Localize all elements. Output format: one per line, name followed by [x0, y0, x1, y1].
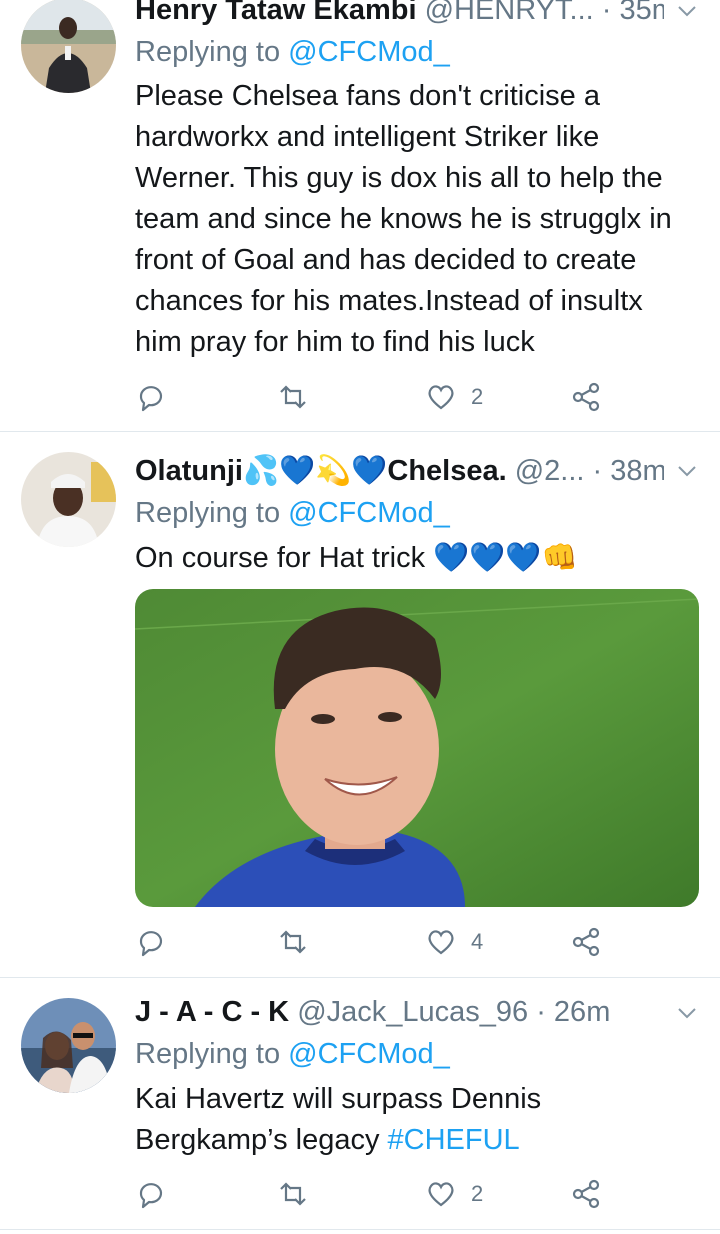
replying-to: Replying to @CFCMod_: [135, 1036, 450, 1072]
share-icon[interactable]: [570, 381, 602, 413]
tweet-text: On course for Hat trick 💙💙💙👊: [135, 538, 698, 579]
text-fragment: Bergkamp’s legacy: [135, 1124, 388, 1156]
avatar[interactable]: [21, 452, 116, 547]
timestamp[interactable]: · 38m: [593, 455, 664, 487]
tweet-actions: 2: [135, 1178, 615, 1214]
text-line: Please Chelsea fans don't criticise a: [135, 80, 600, 112]
tweet-actions: 4: [135, 926, 615, 962]
retweet-icon[interactable]: [277, 381, 309, 413]
retweet-icon[interactable]: [277, 1178, 309, 1210]
share-icon[interactable]: [570, 1178, 602, 1210]
text-line: him pray for him to find his luck: [135, 326, 535, 358]
replying-prefix: Replying to: [135, 36, 289, 68]
display-name[interactable]: J - A - C - K: [135, 996, 289, 1028]
retweet-icon[interactable]: [277, 926, 309, 958]
display-name[interactable]: Henry Tataw Ekambi: [135, 0, 417, 26]
like-count: 2: [471, 384, 484, 409]
timestamp[interactable]: · 35m: [602, 0, 664, 26]
reply-icon[interactable]: [135, 926, 167, 958]
tweet-header: J - A - C - K @Jack_Lucas_96 · 26m: [135, 994, 664, 1030]
hashtag-link[interactable]: #CHEFUL: [388, 1124, 520, 1156]
mention-link[interactable]: @CFCMod_: [288, 1038, 450, 1070]
tweet-photo[interactable]: [135, 589, 699, 907]
replying-prefix: Replying to: [135, 497, 289, 529]
avatar[interactable]: [21, 998, 116, 1093]
user-handle[interactable]: @HENRYT...: [425, 0, 594, 26]
heart-icon[interactable]: [425, 1178, 457, 1210]
share-icon[interactable]: [570, 926, 602, 958]
text-line: On course for Hat trick 💙💙💙👊: [135, 542, 578, 574]
display-name[interactable]: Olatunji💦💙💫💙Chelsea.: [135, 455, 507, 487]
text-line: Kai Havertz will surpass Dennis: [135, 1083, 542, 1115]
reply-icon[interactable]: [135, 1178, 167, 1210]
tweet[interactable]: Henry Tataw Ekambi @HENRYT... · 35m Repl…: [0, 0, 720, 432]
replying-to: Replying to @CFCMod_: [135, 34, 450, 70]
mention-link[interactable]: @CFCMod_: [288, 36, 450, 68]
user-handle[interactable]: @2...: [515, 455, 585, 487]
text-line: hardworkx and intelligent Striker like: [135, 121, 600, 153]
reply-icon[interactable]: [135, 381, 167, 413]
heart-icon[interactable]: [425, 381, 457, 413]
replying-to: Replying to @CFCMod_: [135, 495, 450, 531]
user-handle[interactable]: @Jack_Lucas_96: [297, 996, 528, 1028]
avatar[interactable]: [21, 0, 116, 93]
heart-icon[interactable]: [425, 926, 457, 958]
replying-prefix: Replying to: [135, 1038, 289, 1070]
text-line: team and since he knows he is strugglx i…: [135, 203, 672, 235]
text-line: Werner. This guy is dox his all to help …: [135, 162, 663, 194]
tweet-text: Please Chelsea fans don't criticise a ha…: [135, 76, 698, 363]
tweet[interactable]: J - A - C - K @Jack_Lucas_96 · 26m Reply…: [0, 978, 720, 1230]
mention-link[interactable]: @CFCMod_: [288, 497, 450, 529]
text-line: front of Goal and has decided to create: [135, 244, 637, 276]
like-count: 2: [471, 1181, 484, 1206]
timestamp[interactable]: · 26m: [536, 996, 610, 1028]
chevron-down-icon[interactable]: [676, 0, 698, 22]
tweet-header: Henry Tataw Ekambi @HENRYT... · 35m: [135, 0, 664, 28]
chevron-down-icon[interactable]: [676, 460, 698, 482]
tweet-header: Olatunji💦💙💫💙Chelsea. @2... · 38m: [135, 453, 664, 489]
tweet-actions: 2: [135, 381, 615, 417]
like-count: 4: [471, 929, 484, 954]
tweet[interactable]: Olatunji💦💙💫💙Chelsea. @2... · 38m Replyin…: [0, 432, 720, 978]
text-line: Bergkamp’s legacy #CHEFUL: [135, 1120, 698, 1161]
tweet-text: Kai Havertz will surpass Dennis Bergkamp…: [135, 1079, 698, 1161]
text-line: chances for his mates.Instead of insultx: [135, 285, 643, 317]
chevron-down-icon[interactable]: [676, 1002, 698, 1024]
